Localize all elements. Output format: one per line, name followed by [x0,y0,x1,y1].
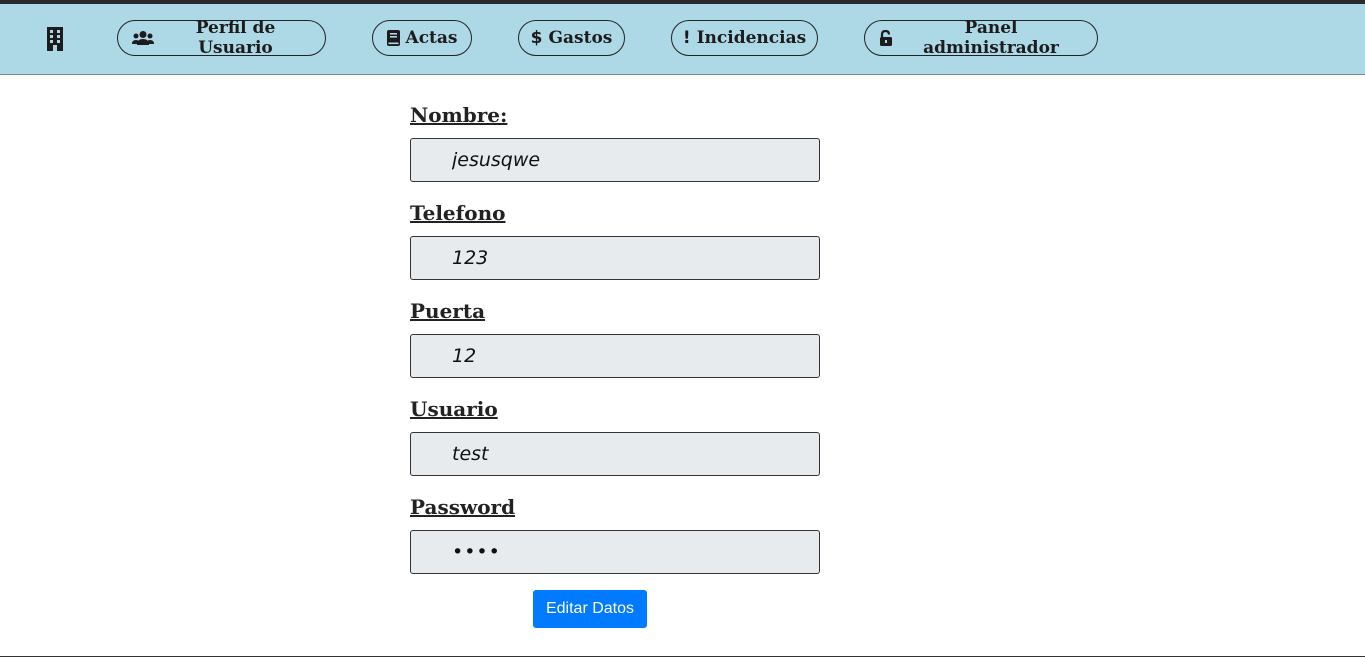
dollar-icon: $ [530,28,543,48]
building-icon[interactable] [45,27,65,51]
nombre-field[interactable] [410,138,820,182]
nav-incidencias-button[interactable]: ! Incidencias [671,20,818,56]
nav-actas-button[interactable]: Actas [372,20,472,56]
telefono-label: Telefono [410,201,506,225]
nav-perfil-usuario-button[interactable]: Perfil de Usuario [117,18,326,58]
editar-datos-button[interactable]: Editar Datos [533,590,647,628]
nav-actas-label: Actas [405,28,458,48]
book-icon [386,30,400,46]
nav-panel-administrador-button[interactable]: Panel administrador [864,18,1098,58]
exclamation-icon: ! [682,28,691,48]
user-profile-form: Nombre: Telefono Puerta Usuario Password [410,100,820,590]
usuario-field[interactable] [410,432,820,476]
nav-perfil-usuario-label: Perfil de Usuario [195,18,276,58]
unlock-icon [879,30,893,46]
telefono-field[interactable] [410,236,820,280]
nombre-label: Nombre: [410,103,508,127]
top-navbar: Perfil de Usuario Actas $ Gastos ! Incid… [0,4,1365,75]
nav-panel-administrador-label: Panel administrador [923,18,1059,58]
nav-incidencias-label: Incidencias [696,28,807,48]
puerta-label: Puerta [410,299,486,323]
users-icon [132,30,154,46]
password-field[interactable] [410,530,820,574]
nav-gastos-button[interactable]: $ Gastos [518,20,625,56]
puerta-field[interactable] [410,334,820,378]
usuario-label: Usuario [410,397,498,421]
password-label: Password [410,495,516,519]
nav-gastos-label: Gastos [548,28,613,48]
